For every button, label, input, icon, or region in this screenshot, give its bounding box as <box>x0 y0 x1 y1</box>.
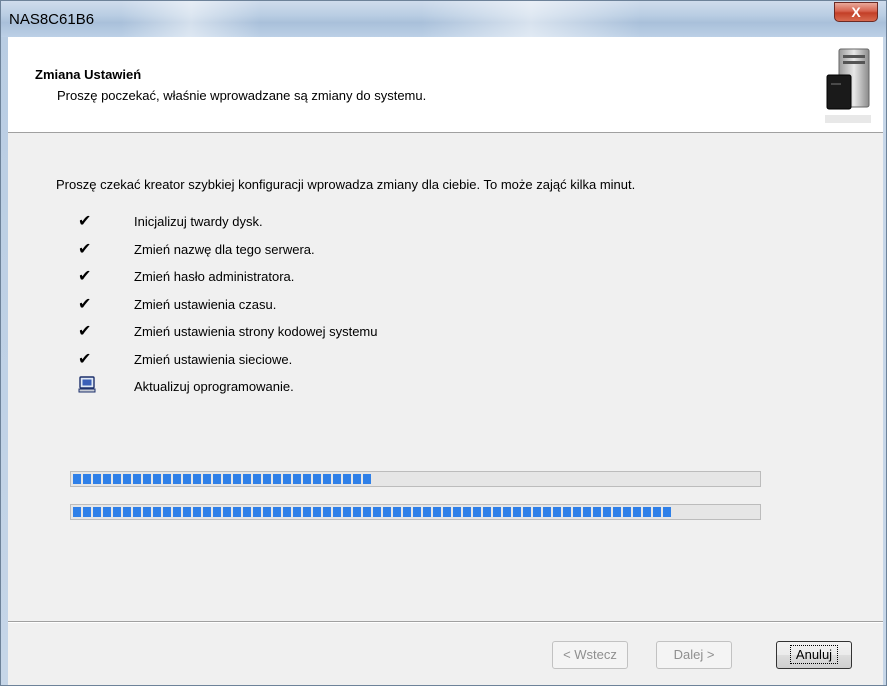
checkmark-icon: ✔ <box>78 213 92 230</box>
checkmark-icon: ✔ <box>78 323 92 340</box>
cancel-button[interactable]: Anuluj <box>776 641 852 669</box>
intro-text: Proszę czekać kreator szybkiej konfigura… <box>56 177 636 192</box>
overall-progress-bar <box>70 504 761 520</box>
step-label: Aktualizuj oprogramowanie. <box>134 379 294 394</box>
divider <box>8 621 883 623</box>
step-label: Inicjalizuj twardy dysk. <box>134 214 263 229</box>
step-label: Zmień ustawienia sieciowe. <box>134 351 293 367</box>
back-button[interactable]: < Wstecz <box>552 641 628 669</box>
page-subtitle: Proszę poczekać, właśnie wprowadzane są … <box>57 88 427 103</box>
checkmark-icon: ✔ <box>78 268 92 285</box>
wizard-header: Zmiana Ustawień Proszę poczekać, właśnie… <box>8 37 883 133</box>
checkmark-icon: ✔ <box>78 350 92 368</box>
step-label: Zmień ustawienia strony kodowej systemu <box>134 324 378 339</box>
step-label: Zmień ustawienia czasu. <box>134 296 277 312</box>
dialog-window: NAS8C61B6 X Zmiana Ustawień Proszę pocze… <box>0 0 887 686</box>
cancel-label: Anuluj <box>789 645 839 664</box>
step-progress-bar <box>70 471 761 487</box>
close-button[interactable]: X <box>834 2 878 22</box>
nas-server-icon <box>825 48 871 123</box>
step-label: Zmień hasło administratora. <box>134 269 295 284</box>
step-progress-fill <box>73 474 371 484</box>
next-button[interactable]: Dalej > <box>656 641 732 669</box>
close-icon: X <box>851 4 861 20</box>
computer-update-icon <box>78 376 98 396</box>
title-bar[interactable]: NAS8C61B6 X <box>1 1 886 37</box>
page-title: Zmiana Ustawień <box>35 67 142 82</box>
step-label: Zmień nazwę dla tego serwera. <box>134 241 315 257</box>
checkmark-icon: ✔ <box>78 240 92 258</box>
window-title: NAS8C61B6 <box>9 11 95 28</box>
checkmark-icon: ✔ <box>78 295 92 313</box>
overall-progress-fill <box>73 507 671 517</box>
wizard-content: Zmiana Ustawień Proszę poczekać, właśnie… <box>8 37 883 683</box>
